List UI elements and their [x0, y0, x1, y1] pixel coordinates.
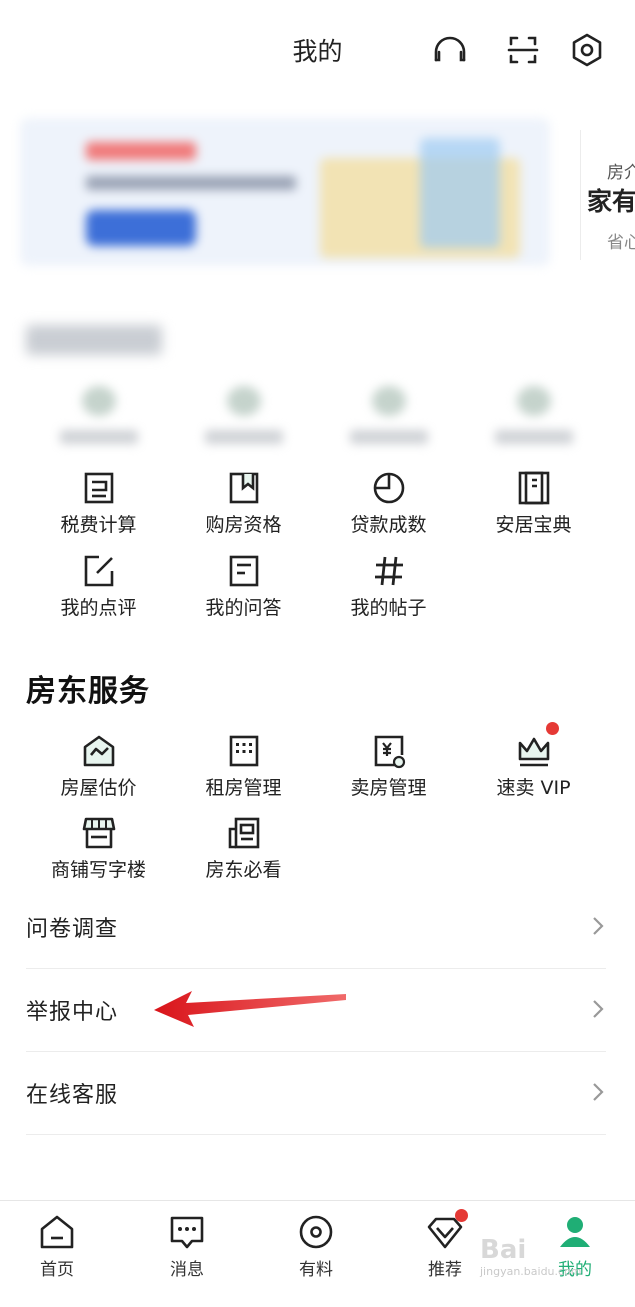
tool-loan-ratio[interactable]: 贷款成数 — [316, 470, 461, 550]
tab-label: 我的 — [558, 1260, 592, 1280]
chevron-right-icon — [593, 917, 604, 935]
promo-banner[interactable]: 房介 家有 省心 — [0, 112, 635, 272]
hashtag-icon — [371, 553, 407, 589]
tool-label: 安居宝典 — [495, 514, 572, 536]
list-item-online-service[interactable]: 在线客服 — [26, 1053, 606, 1135]
landlord-must-read[interactable]: 房东必看 — [171, 815, 316, 895]
landlord-shop-office[interactable]: 商铺写字楼 — [26, 815, 171, 895]
message-icon — [168, 1213, 206, 1251]
user-icon — [556, 1213, 594, 1251]
crown-icon — [516, 733, 552, 769]
landlord-label: 卖房管理 — [350, 777, 427, 799]
yuan-doc-icon — [371, 733, 407, 769]
tool-my-posts[interactable]: 我的帖子 — [316, 553, 461, 633]
banner-next-line2: 家有 — [587, 187, 635, 216]
list-item-label: 在线客服 — [26, 1083, 119, 1108]
notification-badge — [455, 1209, 468, 1222]
blur-tool-item — [344, 380, 434, 450]
banner-blur-tag — [86, 142, 196, 160]
scan-icon[interactable] — [503, 30, 543, 70]
tax-calc-icon — [81, 470, 117, 506]
shop-icon — [81, 815, 117, 851]
list-item-label: 问卷调查 — [26, 917, 119, 942]
landlord-quick-sale-vip[interactable]: 速卖 VIP — [461, 733, 606, 813]
header: 我的 — [0, 0, 635, 100]
home-icon — [38, 1213, 76, 1251]
tool-my-qa[interactable]: 我的问答 — [171, 553, 316, 633]
tab-label: 消息 — [170, 1260, 204, 1280]
qa-doc-icon — [226, 553, 262, 589]
banner-next-card[interactable]: 房介 家有 省心 — [580, 130, 635, 260]
banner-blur-art — [420, 138, 500, 248]
chevron-right-icon — [593, 1000, 604, 1018]
blur-tool-item — [199, 380, 289, 450]
tab-home[interactable]: 首页 — [17, 1213, 97, 1283]
settings-icon[interactable] — [567, 30, 607, 70]
tool-label: 贷款成数 — [350, 514, 427, 536]
tool-tax-calc[interactable]: 税费计算 — [26, 470, 171, 550]
blur-tool-item — [54, 380, 144, 450]
chevron-right-icon — [593, 1083, 604, 1101]
landlord-label: 租房管理 — [205, 777, 282, 799]
landlord-sale-management[interactable]: 卖房管理 — [316, 733, 461, 813]
bookmark-doc-icon — [226, 470, 262, 506]
tab-messages[interactable]: 消息 — [147, 1213, 227, 1283]
tool-home-guide[interactable]: 安居宝典 — [461, 470, 606, 550]
tab-label: 推荐 — [428, 1260, 462, 1280]
banner-next-line3: 省心 — [607, 233, 635, 253]
annotation-arrow-icon — [154, 991, 346, 1027]
house-chart-icon — [81, 733, 117, 769]
bottom-tab-bar: 首页 消息 有料 推荐 我的 — [0, 1200, 635, 1307]
newspaper-icon — [226, 815, 262, 851]
tools-blur-row — [0, 380, 635, 450]
banner-next-line1: 房介 — [607, 163, 635, 183]
tab-label: 有料 — [299, 1260, 333, 1280]
tool-label: 我的帖子 — [350, 597, 427, 619]
banner-blur-text — [86, 176, 296, 190]
tab-me[interactable]: 我的 — [535, 1213, 615, 1283]
section-title-landlord: 房东服务 — [26, 674, 150, 709]
edit-icon — [81, 553, 117, 589]
landlord-label: 房东必看 — [205, 859, 282, 881]
tool-label: 购房资格 — [205, 514, 282, 536]
list-item-survey[interactable]: 问卷调查 — [26, 887, 606, 969]
landlord-label: 商铺写字楼 — [50, 859, 146, 881]
list-item-label: 举报中心 — [26, 1000, 119, 1025]
book-icon — [516, 470, 552, 506]
tab-label: 首页 — [40, 1260, 74, 1280]
notification-badge — [546, 722, 559, 735]
headset-icon[interactable] — [430, 30, 470, 70]
pie-chart-icon — [371, 470, 407, 506]
landlord-rental-management[interactable]: 租房管理 — [171, 733, 316, 813]
banner-blur-button — [86, 210, 196, 246]
target-icon — [297, 1213, 335, 1251]
landlord-label: 速卖 VIP — [496, 777, 571, 799]
building-icon — [226, 733, 262, 769]
tab-recommend[interactable]: 推荐 — [405, 1213, 485, 1283]
tool-label: 我的问答 — [205, 597, 282, 619]
landlord-house-valuation[interactable]: 房屋估价 — [26, 733, 171, 813]
tool-label: 税费计算 — [60, 514, 137, 536]
banner-card[interactable] — [20, 118, 550, 266]
tool-purchase-eligibility[interactable]: 购房资格 — [171, 470, 316, 550]
tools-blur-title — [26, 325, 162, 355]
tab-discover[interactable]: 有料 — [276, 1213, 356, 1283]
blur-tool-item — [489, 380, 579, 450]
tool-my-reviews[interactable]: 我的点评 — [26, 553, 171, 633]
landlord-label: 房屋估价 — [60, 777, 137, 799]
tool-label: 我的点评 — [60, 597, 137, 619]
